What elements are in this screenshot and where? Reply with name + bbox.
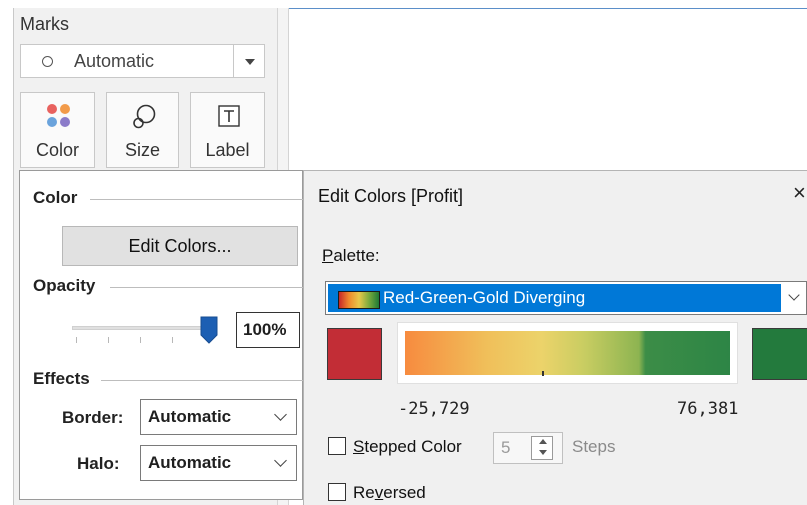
palette-mnemonic: P — [322, 246, 334, 265]
color-section-rule — [90, 199, 303, 200]
label-button-label: Label — [205, 140, 250, 160]
size-button-label: Size — [124, 140, 160, 160]
palette-selection-highlight: Red-Green-Gold Diverging — [328, 284, 781, 312]
opacity-slider-thumb[interactable] — [200, 316, 218, 344]
gradient-center-tick — [542, 371, 544, 376]
border-label: Border: — [62, 408, 124, 427]
mark-type-dropdown[interactable]: Automatic — [20, 44, 265, 78]
label-mark-button[interactable]: Label — [190, 92, 265, 168]
slider-tick — [140, 337, 141, 343]
stepped-label-rest: tepped Color — [364, 437, 462, 456]
range-min-value: -25,729 — [398, 399, 470, 419]
border-dropdown[interactable]: Automatic — [140, 399, 297, 435]
effects-section-title: Effects — [33, 369, 90, 388]
slider-tick — [172, 337, 173, 343]
spin-up-icon[interactable] — [539, 439, 547, 444]
halo-label: Halo: — [77, 454, 120, 473]
palette-label: Palette: — [322, 246, 380, 266]
top-border — [289, 8, 807, 9]
opacity-section-title: Opacity — [33, 276, 96, 295]
stepped-color-checkbox[interactable] — [328, 437, 346, 455]
palette-gradient-icon — [338, 291, 380, 309]
palette-dropdown[interactable]: Red-Green-Gold Diverging — [325, 281, 807, 315]
chevron-down-icon — [274, 454, 287, 467]
reversed-mnemonic: v — [374, 483, 384, 502]
opacity-section-rule — [110, 287, 303, 288]
steps-value[interactable]: 5 — [501, 438, 510, 458]
slider-tick — [108, 337, 109, 343]
color-button-label: Color — [35, 140, 79, 160]
spin-down-icon[interactable] — [539, 450, 547, 455]
halo-value: Automatic — [148, 453, 232, 472]
opacity-slider-track[interactable] — [72, 326, 208, 330]
caret-down-icon[interactable] — [245, 59, 255, 65]
color-section-title: Color — [33, 188, 78, 207]
color-dots-icon — [47, 104, 70, 127]
reversed-label-post: ersed — [383, 483, 426, 502]
dropdown-separator — [233, 45, 234, 77]
steps-label: Steps — [572, 437, 616, 456]
end-color-swatch[interactable] — [752, 328, 807, 380]
stepped-color-label: Stepped Color — [353, 437, 462, 457]
stepped-mnemonic: S — [353, 437, 365, 456]
halo-dropdown[interactable]: Automatic — [140, 445, 297, 481]
automatic-radio-icon — [42, 56, 53, 67]
close-icon[interactable]: × — [793, 180, 806, 206]
marks-title: Marks — [20, 14, 69, 34]
reversed-label: Reversed — [353, 483, 426, 503]
dialog-title: Edit Colors [Profit] — [318, 186, 464, 206]
slider-tick — [76, 337, 77, 343]
size-icon — [133, 104, 156, 129]
palette-label-rest: alette: — [333, 246, 380, 265]
chevron-down-icon — [274, 408, 287, 421]
edit-colors-button[interactable]: Edit Colors... — [62, 226, 298, 266]
size-mark-button[interactable]: Size — [106, 92, 179, 168]
color-mark-button[interactable]: Color — [20, 92, 95, 168]
opacity-input[interactable]: 100% — [236, 312, 300, 348]
border-value: Automatic — [148, 407, 232, 426]
label-icon — [218, 105, 240, 127]
start-color-swatch[interactable] — [327, 328, 382, 380]
color-gradient-bar — [405, 331, 730, 375]
reversed-checkbox[interactable] — [328, 483, 346, 501]
effects-section-rule — [101, 380, 303, 381]
reversed-label-pre: Re — [353, 483, 375, 502]
mark-type-value: Automatic — [74, 51, 155, 71]
steps-spinner[interactable]: 5 — [493, 432, 563, 464]
range-max-value: 76,381 — [677, 399, 739, 419]
palette-value: Red-Green-Gold Diverging — [383, 288, 586, 307]
